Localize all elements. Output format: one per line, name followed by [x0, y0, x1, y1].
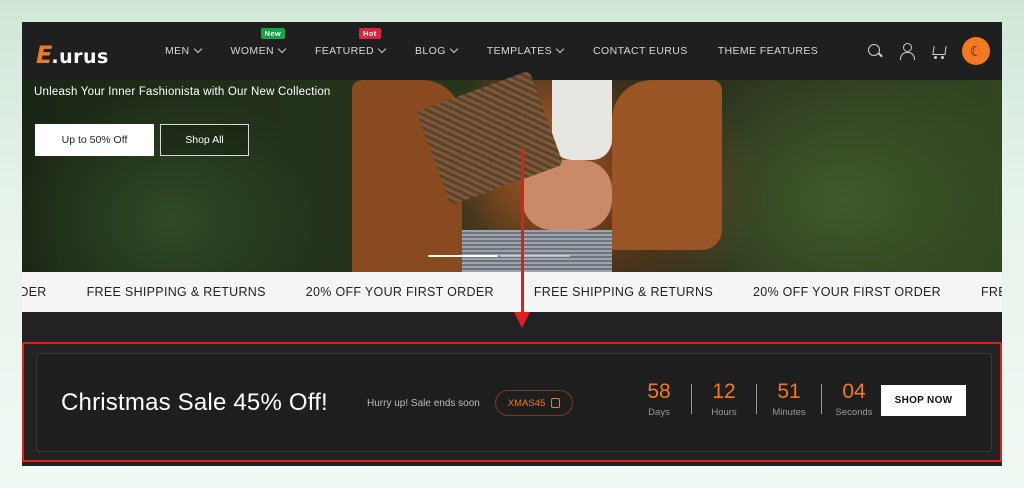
- header-icons: ☾: [866, 37, 990, 65]
- slider-dot[interactable]: [500, 255, 570, 257]
- nav-theme-features[interactable]: THEME FEATURES: [718, 45, 819, 57]
- nav-label: TEMPLATES: [486, 45, 553, 57]
- highlight-box: [22, 342, 1002, 462]
- nav-label: WOMEN: [230, 45, 274, 57]
- nav-contact[interactable]: CONTACT EURUS: [593, 45, 688, 57]
- shop-all-button[interactable]: Shop All: [160, 124, 249, 156]
- hero-tagline: Unleash Your Inner Fashionista with Our …: [34, 86, 331, 98]
- nav-label: FEATURED: [314, 45, 374, 57]
- nav-label: BLOG: [414, 45, 446, 57]
- logo-mark: E: [36, 41, 52, 69]
- marquee-item: FREE SHIPPIN: [981, 285, 1002, 299]
- marquee-item: RDER: [22, 285, 47, 299]
- search-icon[interactable]: [866, 42, 884, 60]
- marquee-item: 20% OFF YOUR FIRST ORDER: [305, 285, 494, 299]
- up-to-50-off-button[interactable]: Up to 50% Off: [35, 124, 154, 156]
- nav-label: MEN: [165, 45, 190, 57]
- marquee-item: 20% OFF YOUR FIRST ORDER: [752, 285, 941, 299]
- marquee-item: FREE SHIPPING & RETURNS: [533, 285, 713, 299]
- new-badge: New: [260, 28, 286, 39]
- main-nav: MEN New WOMEN Hot FEATURED BLOG TEMPLATE…: [165, 22, 848, 80]
- hot-badge: Hot: [358, 28, 381, 39]
- chevron-down-icon: [193, 44, 202, 54]
- marquee-track: RDER FREE SHIPPING & RETURNS 20% OFF YOU…: [22, 285, 1002, 299]
- nav-women[interactable]: New WOMEN: [230, 28, 287, 57]
- chevron-down-icon: [449, 44, 459, 54]
- slider-dots: [428, 255, 570, 257]
- logo-text: .urus: [51, 46, 109, 68]
- cart-icon[interactable]: [930, 42, 948, 60]
- nav-label: CONTACT EURUS: [593, 45, 688, 57]
- announcement-marquee: RDER FREE SHIPPING & RETURNS 20% OFF YOU…: [22, 272, 1002, 312]
- hero-banner: Unleash Your Inner Fashionista with Our …: [22, 70, 1002, 272]
- user-icon[interactable]: [898, 42, 916, 60]
- annotation-arrow-head: [514, 312, 530, 328]
- annotation-arrow: [521, 148, 524, 316]
- slider-dot[interactable]: [428, 255, 498, 257]
- hero-image-shirt: [552, 80, 612, 160]
- nav-templates[interactable]: TEMPLATES: [486, 44, 565, 57]
- site-header: E .urus MEN New WOMEN Hot FEATURED BLOG: [22, 22, 1002, 80]
- chevron-down-icon: [377, 44, 387, 54]
- nav-label: THEME FEATURES: [717, 45, 819, 57]
- chevron-down-icon: [277, 44, 287, 54]
- hero-image-jeans: [462, 230, 612, 272]
- moon-icon[interactable]: ☾: [962, 37, 990, 65]
- chevron-down-icon: [555, 44, 565, 54]
- marquee-item: FREE SHIPPING & RETURNS: [86, 285, 266, 299]
- hero-image-jacket: [612, 80, 722, 250]
- nav-featured[interactable]: Hot FEATURED: [314, 28, 387, 57]
- logo[interactable]: E .urus: [36, 41, 109, 69]
- nav-men[interactable]: MEN: [165, 44, 202, 57]
- nav-blog[interactable]: BLOG: [414, 44, 459, 57]
